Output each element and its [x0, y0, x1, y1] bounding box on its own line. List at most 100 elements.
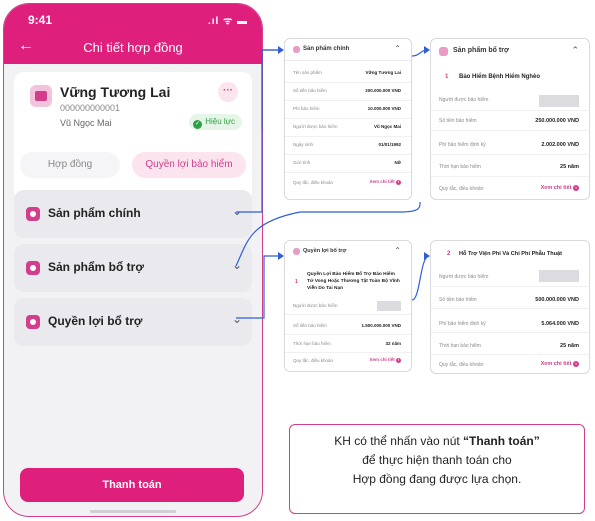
rules-row: Quy tắc, điều khoản Xem chi tiết !: [431, 355, 589, 373]
shield-icon: [293, 46, 300, 53]
rules-link[interactable]: Xem chi tiết !: [369, 357, 401, 363]
rules-link-text: Xem chi tiết: [540, 361, 572, 367]
detail-row: Phí bảo hiểm định kỳ 5.064.000 VND: [431, 313, 589, 333]
row-label: Quy tắc, điều khoản: [293, 358, 334, 363]
row-label: Quy tắc, điều khoản: [439, 362, 484, 368]
row-value: 32 năm: [385, 341, 401, 346]
panel-header[interactable]: Sản phẩm bổ trợ ⌃: [431, 39, 589, 63]
rules-link-text: Xem chi tiết: [369, 179, 395, 184]
row-label: Phí bảo hiểm định kỳ: [439, 321, 486, 327]
benefit-name: Bảo Hiểm Bệnh Hiểm Nghèo: [459, 74, 541, 80]
item-index: 1: [445, 74, 449, 80]
benefit-name-line: Quyền Lợi Bảo Hiểm Bổ Trợ Bảo Hiểm: [307, 272, 395, 277]
gift-icon: [293, 248, 300, 255]
row-label: Người được bảo hiểm: [439, 97, 489, 103]
rules-row: Quy tắc, điều khoản Xem chi tiết !: [285, 175, 411, 193]
row-label: Ngày sinh: [293, 142, 314, 147]
connector-rider: [236, 255, 278, 319]
row-value: 250.000.000 VND: [535, 118, 579, 124]
panel-header[interactable]: Sản phẩm chính ⌃: [285, 39, 411, 61]
panel-title: Sản phẩm bổ trợ: [453, 47, 509, 54]
connector-main-product: [236, 49, 278, 213]
detail-row: Thời hạn bảo hiểm 25 năm: [431, 157, 589, 177]
detail-row: Số tiền bảo hiểm 500.000.000 VND: [431, 289, 589, 309]
row-label: Người được bảo hiểm: [293, 303, 338, 308]
row-label: Quy tắc, điều khoản: [439, 186, 484, 192]
row-label: Số tiền bảo hiểm: [293, 88, 327, 93]
row-label: Số tiền bảo hiểm: [439, 297, 477, 303]
rules-link[interactable]: Xem chi tiết !: [541, 185, 579, 191]
benefit-name: Hỗ Trợ Viện Phí Và Chi Phí Phẫu Thuật: [459, 251, 563, 257]
row-label: Quy tắc, điều khoản: [293, 180, 334, 185]
redacted-value: [539, 95, 579, 107]
row-label: Người được bảo hiểm: [293, 124, 338, 129]
note-bold-text: “Thanh toán”: [463, 434, 540, 448]
row-value: Nữ: [394, 160, 401, 165]
detail-row: Người được bảo hiểm: [431, 91, 589, 111]
main-product-panel: Sản phẩm chính ⌃ Tên sản phẩm Vững Tương …: [284, 38, 412, 200]
chevron-up-icon: ⌃: [571, 45, 579, 55]
chevron-up-icon: ⌃: [394, 44, 401, 53]
rules-link-text: Xem chi tiết: [369, 357, 395, 362]
detail-row: Số tiền bảo hiểm 1.500.000.000 VND: [285, 317, 411, 335]
benefit-name-line: Viễn Do Tai Nạn: [307, 286, 344, 291]
note-line-1: KH có thể nhấn vào nút “Thanh toán”: [290, 432, 584, 451]
row-label: Tên sản phẩm: [293, 70, 322, 75]
benefit-name-line: Tử Vong Hoặc Thương Tật Toàn Bộ Vĩnh: [307, 279, 400, 284]
detail-row: Người được bảo hiểm: [431, 267, 589, 287]
hospital-benefit-panel: 2 Hỗ Trợ Viện Phí Và Chi Phí Phẫu Thuật …: [430, 240, 590, 374]
note-line-2: để thực hiện thanh toán cho: [362, 453, 512, 467]
info-icon: !: [396, 180, 401, 185]
row-value: 2.002.000 VND: [541, 142, 579, 148]
detail-row: Người được bảo hiểm: [285, 297, 411, 315]
detail-row: Số tiền bảo hiểm 200.000.000 VND: [285, 83, 411, 101]
row-value: 5.064.000 VND: [541, 321, 579, 327]
row-value: 25 năm: [560, 343, 579, 349]
rules-row: Quy tắc, điều khoản Xem chi tiết !: [285, 353, 411, 371]
connector-rider-to-hospital: [411, 255, 429, 301]
info-icon: !: [573, 361, 579, 367]
info-icon: !: [573, 185, 579, 191]
detail-row: Giới tính Nữ: [285, 155, 411, 173]
item-index: 1: [295, 279, 298, 285]
row-value: 500.000.000 VND: [535, 297, 579, 303]
note-line-3: Hợp đồng đang được lựa chọn.: [352, 472, 522, 486]
rules-row: Quy tắc, điều khoản Xem chi tiết !: [431, 179, 589, 199]
row-label: Số tiền bảo hiểm: [439, 118, 477, 124]
row-label: Người được bảo hiểm: [439, 274, 489, 280]
payment-note: KH có thể nhấn vào nút “Thanh toán” để t…: [289, 424, 585, 514]
detail-row: Số tiền bảo hiểm 250.000.000 VND: [431, 111, 589, 131]
supplementary-product-panel: Sản phẩm bổ trợ ⌃ 1 Bảo Hiểm Bệnh Hiểm N…: [430, 38, 590, 200]
detail-row: Thời hạn bảo hiểm 32 năm: [285, 335, 411, 353]
row-value: 200.000.000 VND: [365, 88, 401, 93]
row-label: Số tiền bảo hiểm: [293, 323, 327, 328]
benefit-name: Quyền Lợi Bảo Hiểm Bổ Trợ Bảo Hiểm Tử Vo…: [307, 271, 400, 292]
panel-title: Sản phẩm chính: [303, 46, 350, 52]
redacted-value: [377, 301, 401, 311]
detail-row: Ngày sinh 01/01/1992: [285, 137, 411, 155]
note-text: KH có thể nhấn vào nút: [334, 434, 464, 448]
rules-link-text: Xem chi tiết: [540, 185, 572, 191]
panel-title: Quyền lợi bổ trợ: [303, 248, 347, 254]
detail-row: Thời hạn bảo hiểm 25 năm: [431, 335, 589, 355]
rules-link[interactable]: Xem chi tiết !: [541, 361, 579, 367]
row-label: Thời hạn bảo hiểm: [293, 341, 331, 346]
row-label: Phí bảo hiểm: [293, 106, 320, 111]
document-plus-icon: [439, 47, 448, 56]
row-value: 1.500.000.000 VND: [361, 323, 401, 328]
redacted-value: [539, 270, 579, 282]
row-label: Thời hạn bảo hiểm: [439, 343, 481, 349]
detail-row: Tên sản phẩm Vững Tương Lai: [285, 65, 411, 83]
chevron-up-icon: ⌃: [394, 246, 401, 255]
row-value: 25 năm: [560, 164, 579, 170]
panel-header[interactable]: Quyền lợi bổ trợ ⌃: [285, 241, 411, 263]
row-value: Vững Tương Lai: [365, 70, 401, 75]
rules-link[interactable]: Xem chi tiết !: [369, 179, 401, 185]
row-label: Giới tính: [293, 160, 311, 165]
row-value: 10.000.000 VND: [367, 106, 401, 111]
item-index: 2: [447, 251, 451, 257]
row-value: 01/01/1992: [378, 142, 401, 147]
row-value: Vũ Ngọc Mai: [373, 124, 401, 129]
rider-benefit-panel: Quyền lợi bổ trợ ⌃ 1 Quyền Lợi Bảo Hiểm …: [284, 240, 412, 372]
info-icon: !: [396, 358, 401, 363]
